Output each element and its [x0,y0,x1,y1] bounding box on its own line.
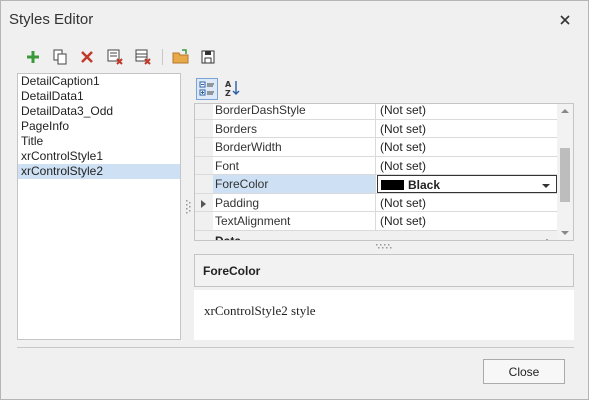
property-name: ForeColor [213,175,376,193]
property-row[interactable]: BorderWidth (Not set) [195,138,557,157]
property-grid[interactable]: BorderDashStyle (Not set) Borders (Not s… [194,103,574,241]
property-row-selected[interactable]: ForeColor Black [195,175,557,194]
list-item[interactable]: Title [18,134,180,149]
description-header: ForeColor [194,254,574,287]
window-title: Styles Editor [9,11,94,28]
category-row[interactable]: Data [195,230,557,241]
property-row[interactable]: Padding (Not set) [195,193,557,212]
property-name: TextAlignment [213,212,376,230]
purge-icon[interactable] [105,47,125,67]
scroll-up-icon[interactable] [561,109,569,113]
description-title: ForeColor [203,264,261,278]
property-value[interactable]: (Not set) [377,212,557,230]
property-value[interactable]: (Not set) [377,120,557,138]
list-item[interactable]: DetailData1 [18,89,180,104]
alphabetical-sort-icon[interactable]: AZ [222,78,244,100]
property-row[interactable]: TextAlignment (Not set) [195,212,557,231]
description-panel: xrControlStyle2 style [194,290,574,340]
expand-icon[interactable] [201,199,206,208]
property-value[interactable]: (Not set) [377,157,557,175]
property-row[interactable]: Font (Not set) [195,156,557,175]
copy-icon[interactable] [50,47,70,67]
scroll-down-icon[interactable] [561,231,569,235]
list-item[interactable]: xrControlStyle1 [18,149,180,164]
toolbar [17,43,557,71]
property-name: Borders [213,119,376,137]
property-value[interactable]: (Not set) [377,104,557,119]
collapse-icon[interactable] [543,238,551,240]
splitter-grip-icon[interactable] [185,199,191,215]
property-name: BorderWidth [213,138,376,156]
property-value[interactable]: (Not set) [377,138,557,156]
clear-icon[interactable] [133,47,153,67]
vertical-scrollbar[interactable] [557,104,573,240]
toolbar-separator [162,49,163,65]
close-button[interactable]: Close [483,359,565,384]
open-folder-icon[interactable] [171,47,191,67]
add-icon[interactable] [23,47,43,67]
title-bar: Styles Editor [1,1,588,39]
category-label: Data [215,233,242,241]
footer-divider [17,347,574,348]
property-name: BorderDashStyle [213,104,376,119]
property-value: Black [408,178,441,192]
list-item[interactable]: PageInfo [18,119,180,134]
delete-icon[interactable] [77,47,97,67]
property-row[interactable]: Borders (Not set) [195,119,557,138]
close-icon[interactable] [556,11,574,29]
color-swatch [381,180,404,190]
list-item[interactable]: DetailData3_Odd [18,104,180,119]
property-grid-toolbar: AZ [194,77,574,101]
save-icon[interactable] [198,47,218,67]
chevron-down-icon[interactable] [542,184,550,188]
property-value[interactable]: (Not set) [377,194,557,212]
svg-text:A: A [225,80,232,89]
svg-text:Z: Z [225,89,231,98]
horizontal-splitter-grip-icon[interactable] [375,244,393,249]
property-name: Font [213,156,376,174]
property-row[interactable]: BorderDashStyle (Not set) [195,104,557,120]
categorized-icon[interactable] [196,78,218,100]
property-name: Padding [213,193,376,211]
styles-list[interactable]: DetailCaption1 DetailData1 DetailData3_O… [17,73,181,340]
forecolor-dropdown[interactable]: Black [377,175,557,193]
description-text: xrControlStyle2 style [204,303,316,318]
styles-editor-dialog: Styles Editor DetailCaption1 DetailData1… [0,0,589,400]
scroll-thumb[interactable] [560,148,570,202]
list-item[interactable]: DetailCaption1 [18,74,180,89]
list-item-selected[interactable]: xrControlStyle2 [18,164,180,179]
